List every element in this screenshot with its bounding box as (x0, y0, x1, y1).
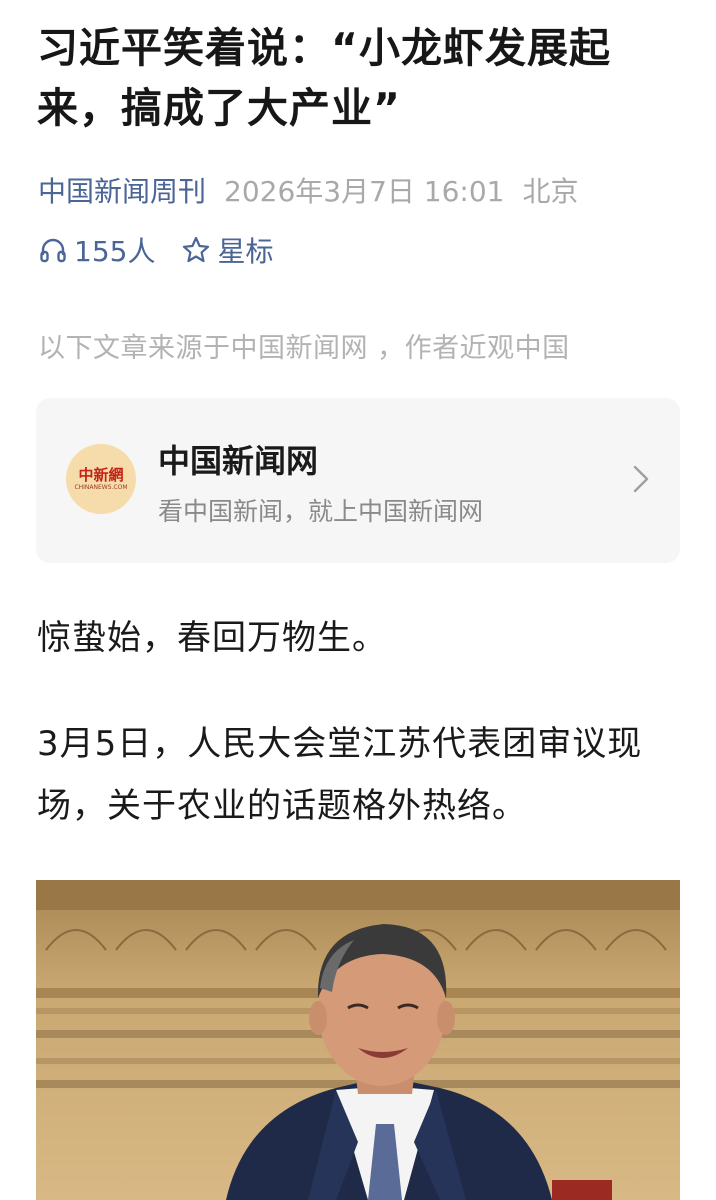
article-meta: 中国新闻周刊 2026年3月7日 16:01 北京 (38, 168, 579, 212)
body-paragraph: 3月5日，人民大会堂江苏代表团审议现场，关于农业的话题格外热络。 (37, 724, 643, 826)
account-name: 中国新闻网 (158, 442, 319, 480)
logo-domain: CHINANEWS.COM (74, 484, 128, 491)
chinanews-logo: 中新網 CHINANEWS.COM (66, 444, 136, 514)
chevron-right-icon (633, 465, 649, 493)
account-card[interactable]: 中新網 CHINANEWS.COM 中国新闻网 看中国新闻，就上中国新闻网 (36, 398, 680, 563)
article-actions: 155人 星标 (38, 228, 273, 272)
star-button[interactable]: 星标 (181, 230, 273, 270)
headphones-icon (38, 235, 68, 265)
publish-location: 北京 (522, 175, 579, 208)
body-paragraph: 惊蛰始，春回万物生。 (37, 618, 387, 658)
article-title: 习近平笑着说：“小龙虾发展起来，搞成了大产业” (37, 24, 611, 132)
star-label: 星标 (217, 235, 274, 268)
star-outline-icon (181, 235, 211, 265)
source-notice: 以下文章来源于中国新闻网 ，作者近观中国 (38, 333, 570, 364)
source-account-link[interactable]: 中国新闻周刊 (38, 170, 206, 210)
logo-wordmark: 中新網 (78, 466, 124, 484)
account-description: 看中国新闻，就上中国新闻网 (158, 497, 484, 526)
publish-date: 2026年3月7日 16:01 (224, 175, 505, 208)
article-photo (36, 880, 680, 1200)
listen-button[interactable]: 155人 (38, 230, 155, 270)
listen-count: 155人 (74, 235, 156, 268)
